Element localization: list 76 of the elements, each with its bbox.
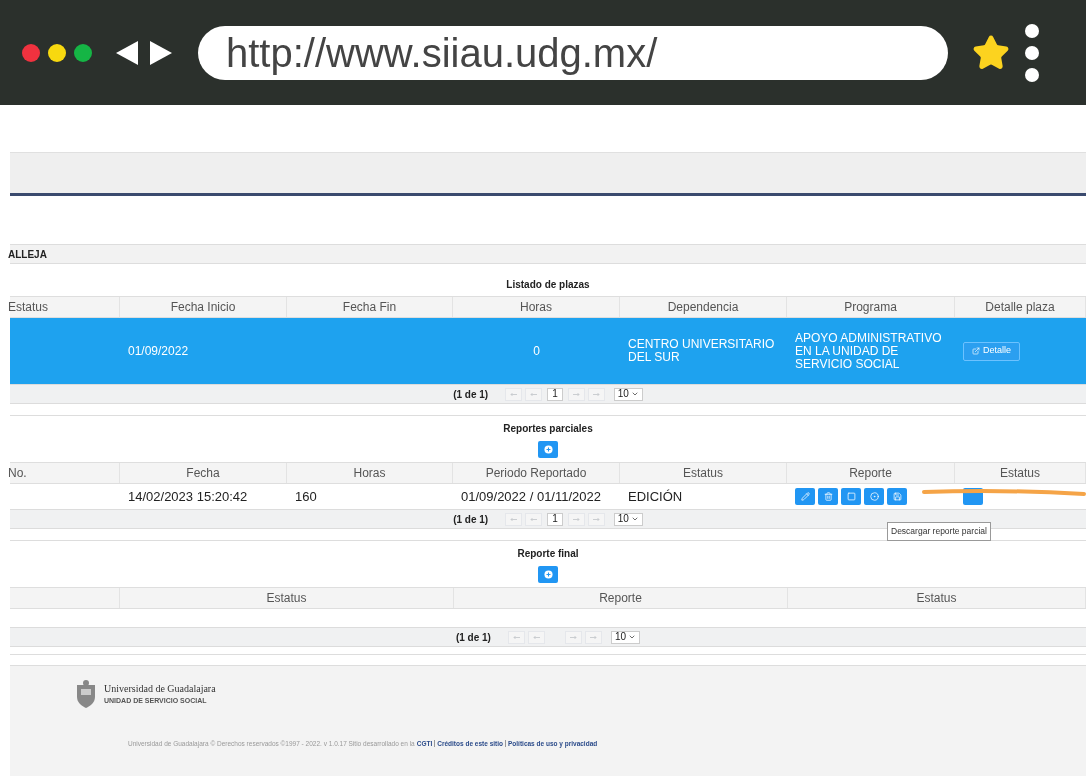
row-action-button[interactable]	[795, 488, 815, 505]
page-number[interactable]: 1	[547, 512, 563, 526]
column-header: Estatus	[683, 465, 723, 482]
rows-per-page-select[interactable]: 10	[613, 512, 643, 526]
url-text: http://www.siiau.udg.mx/	[226, 32, 658, 73]
table-cell-text: 01/09/2022 / 01/11/2022	[461, 487, 601, 506]
next-page-icon[interactable]	[564, 630, 582, 644]
menu-icon[interactable]	[1024, 22, 1040, 83]
trash-icon	[823, 492, 833, 501]
column-header: Periodo Reportado	[485, 465, 587, 482]
save-icon	[892, 492, 902, 501]
external-link-icon	[972, 347, 980, 355]
page-summary: (1 de 1)	[455, 630, 491, 645]
plus-circle-icon	[543, 445, 553, 454]
column-header: Dependencia	[667, 299, 739, 316]
pencil-icon	[800, 492, 810, 501]
next-page-icon[interactable]	[567, 512, 585, 526]
row-action-button[interactable]	[841, 488, 861, 505]
square-icon	[846, 492, 856, 501]
header-label: ALLEJA	[8, 247, 47, 262]
column-header: Reporte	[599, 590, 642, 607]
previous-page-icon[interactable]	[525, 512, 543, 526]
section-title: Listado de plazas	[506, 278, 590, 292]
column-header: Fecha Inicio	[170, 299, 236, 316]
first-page-icon[interactable]	[505, 387, 523, 401]
chevron-down-icon	[630, 515, 639, 523]
column-header: Estatus	[916, 590, 957, 607]
column-header: Horas	[353, 465, 386, 482]
chevron-down-icon	[630, 390, 639, 398]
table-cell-text: CENTRO UNIVERSITARIO DEL SUR	[628, 338, 776, 364]
table-cell-text: APOYO ADMINISTRATIVO EN LA UNIDAD DE SERVICIO SOCIAL	[795, 331, 943, 371]
address-bar[interactable]: http://www.siiau.udg.mx/	[198, 25, 948, 80]
column-header: No.	[8, 465, 27, 482]
previous-page-icon[interactable]	[525, 387, 543, 401]
section-title: Reporte final	[517, 547, 579, 561]
circle-icon	[869, 492, 879, 501]
previous-page-icon[interactable]	[527, 630, 545, 644]
table-cell-text: EDICIÓN	[628, 487, 683, 506]
column-header: Fecha	[186, 465, 220, 482]
tooltip: Descargar reporte parcial	[887, 522, 991, 541]
add-button[interactable]	[538, 441, 558, 458]
table-cell: 01/09/2022	[128, 344, 189, 358]
plus-circle-icon	[543, 570, 553, 579]
row-action-button[interactable]	[887, 488, 907, 505]
last-page-icon[interactable]	[587, 387, 605, 401]
column-header: Programa	[844, 299, 897, 316]
bookmark-star-icon[interactable]	[972, 33, 1010, 72]
back-icon[interactable]	[114, 38, 140, 67]
add-button[interactable]	[538, 566, 558, 583]
university-name: Universidad de Guadalajara	[104, 682, 216, 697]
first-page-icon[interactable]	[507, 630, 525, 644]
chevron-down-icon	[628, 633, 637, 641]
table-cell-text: 14/02/2023 15:20:42	[128, 487, 248, 506]
column-header: Estatus	[8, 299, 49, 316]
row-action-button[interactable]	[864, 488, 884, 505]
next-page-icon[interactable]	[567, 387, 585, 401]
column-header: Estatus	[266, 590, 307, 607]
last-page-icon[interactable]	[587, 512, 605, 526]
rows-per-page-select[interactable]: 10	[613, 387, 643, 401]
first-page-icon[interactable]	[505, 512, 523, 526]
table-cell: 0	[533, 344, 540, 358]
page-number[interactable]: 1	[547, 387, 563, 401]
column-header: Detalle plaza	[985, 299, 1055, 316]
last-page-icon[interactable]	[584, 630, 602, 644]
column-header: Fecha Fin	[342, 299, 397, 316]
column-header: Reporte	[849, 465, 892, 482]
column-header: Estatus	[1000, 465, 1040, 482]
section-title: Reportes parciales	[503, 422, 593, 436]
table-cell-text: 160	[295, 487, 317, 506]
rows-per-page-select[interactable]: 10	[610, 630, 641, 644]
crest-icon	[74, 679, 98, 709]
page-summary: (1 de 1)	[453, 387, 489, 402]
row-action-button[interactable]	[818, 488, 838, 505]
page-summary: (1 de 1)	[453, 512, 489, 527]
column-header: Horas	[520, 299, 552, 316]
forward-icon[interactable]	[148, 38, 174, 67]
